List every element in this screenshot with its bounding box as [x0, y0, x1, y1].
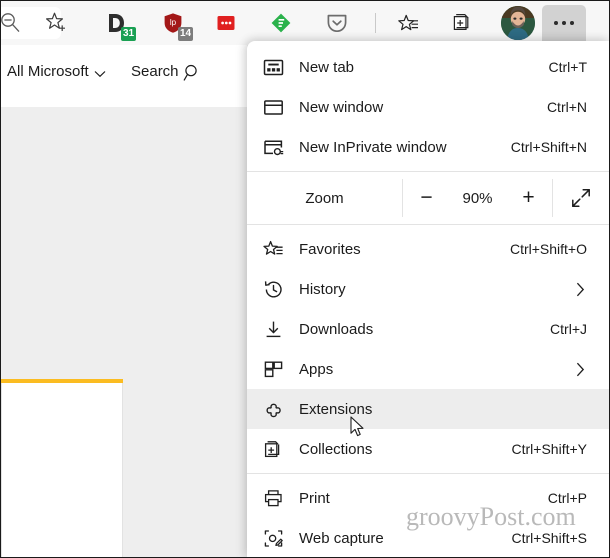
menu-item-print[interactable]: Print Ctrl+P: [247, 478, 609, 518]
web-capture-icon: [247, 528, 299, 549]
chevron-right-icon: [576, 362, 609, 377]
favorites-star-icon: [247, 239, 299, 260]
menu-item-apps[interactable]: Apps: [247, 349, 609, 389]
menu-item-new-window[interactable]: New window Ctrl+N: [247, 87, 609, 127]
menu-shortcut: Ctrl+T: [548, 59, 588, 75]
profile-avatar[interactable]: [501, 6, 535, 40]
toolbar-divider: [375, 13, 376, 33]
menu-item-extensions[interactable]: Extensions: [247, 389, 609, 429]
zoom-row: Zoom − 90% +: [247, 176, 609, 220]
menu-item-history[interactable]: History: [247, 269, 609, 309]
extensions-puzzle-icon: [247, 399, 299, 420]
menu-shortcut: Ctrl+N: [546, 99, 587, 115]
collections-icon[interactable]: [448, 8, 478, 38]
menu-shortcut: Ctrl+P: [547, 490, 587, 506]
menu-item-web-capture[interactable]: Web capture Ctrl+Shift+S: [247, 518, 609, 557]
menu-label: Apps: [299, 360, 334, 378]
settings-and-more-button[interactable]: [542, 5, 586, 41]
extension-dashlane-icon[interactable]: 31: [101, 8, 136, 41]
dashlane-badge-count: 31: [121, 27, 136, 41]
zoom-level-value: 90%: [462, 189, 493, 207]
browser-toolbar: 31 lp 14: [1, 1, 609, 45]
menu-shortcut: Ctrl+Shift+N: [510, 139, 587, 155]
zoom-out-button[interactable]: −: [410, 183, 444, 213]
site-search-label[interactable]: Search: [131, 63, 179, 80]
fullscreen-button[interactable]: [553, 176, 609, 220]
zoom-label: Zoom: [305, 189, 344, 207]
lastpass-badge-count: 14: [178, 27, 193, 41]
extension-lastpass-icon[interactable]: lp 14: [158, 8, 193, 41]
menu-shortcut: Ctrl+J: [550, 321, 587, 337]
menu-item-collections[interactable]: Collections Ctrl+Shift+Y: [247, 429, 609, 469]
menu-label: Collections: [299, 440, 373, 458]
favorites-icon[interactable]: [393, 8, 423, 38]
menu-separator: [247, 171, 609, 172]
menu-item-new-tab[interactable]: New tab Ctrl+T: [247, 47, 609, 87]
page-card: [1, 383, 123, 557]
extension-pocket-icon[interactable]: [322, 8, 352, 38]
search-icon[interactable]: [183, 64, 201, 82]
collections-stack-icon: [247, 439, 299, 460]
menu-label: Web capture: [299, 529, 384, 547]
menu-item-new-inprivate-window[interactable]: New InPrivate window Ctrl+Shift+N: [247, 127, 609, 167]
svg-text:lp: lp: [170, 18, 177, 27]
screenshot-root: All Microsoft Search 31 lp 14 New tab Ct…: [0, 0, 610, 558]
menu-shortcut: Ctrl+Shift+Y: [511, 441, 587, 457]
all-microsoft-label[interactable]: All Microsoft: [7, 63, 89, 80]
page-body-grey: [1, 107, 247, 557]
menu-label: New InPrivate window: [299, 138, 447, 156]
zoom-in-button[interactable]: +: [512, 183, 546, 213]
zoom-controls: − 90% +: [403, 176, 552, 220]
menu-separator: [247, 473, 609, 474]
ellipsis-dot: [554, 21, 558, 25]
history-icon: [247, 279, 299, 300]
microsoft-site-header: All Microsoft Search: [1, 45, 247, 107]
settings-and-more-menu: New tab Ctrl+T New window Ctrl+N New InP…: [247, 41, 609, 557]
zoom-out-icon[interactable]: [1, 8, 27, 38]
menu-label: New tab: [299, 58, 355, 76]
ellipsis-dot: [570, 21, 574, 25]
menu-label: Downloads: [299, 320, 374, 338]
menu-label: Favorites: [299, 240, 361, 258]
new-window-icon: [247, 97, 299, 118]
chevron-right-icon: [576, 282, 609, 297]
menu-separator: [247, 224, 609, 225]
menu-label: Print: [299, 489, 330, 507]
chevron-down-icon[interactable]: [94, 70, 106, 78]
menu-shortcut: Ctrl+Shift+O: [509, 241, 587, 257]
ellipsis-dot: [562, 21, 566, 25]
inprivate-icon: [247, 137, 299, 158]
menu-item-downloads[interactable]: Downloads Ctrl+J: [247, 309, 609, 349]
new-tab-icon: [247, 57, 299, 78]
extension-red-icon[interactable]: [211, 8, 241, 38]
extension-feedly-icon[interactable]: [266, 8, 296, 38]
menu-shortcut: Ctrl+Shift+S: [511, 530, 587, 546]
printer-icon: [247, 488, 299, 509]
add-favorite-icon[interactable]: [42, 8, 72, 38]
apps-icon: [247, 359, 299, 380]
menu-label: Extensions: [299, 400, 373, 418]
menu-item-favorites[interactable]: Favorites Ctrl+Shift+O: [247, 229, 609, 269]
menu-label: New window: [299, 98, 384, 116]
downloads-icon: [247, 319, 299, 340]
menu-label: History: [299, 280, 346, 298]
